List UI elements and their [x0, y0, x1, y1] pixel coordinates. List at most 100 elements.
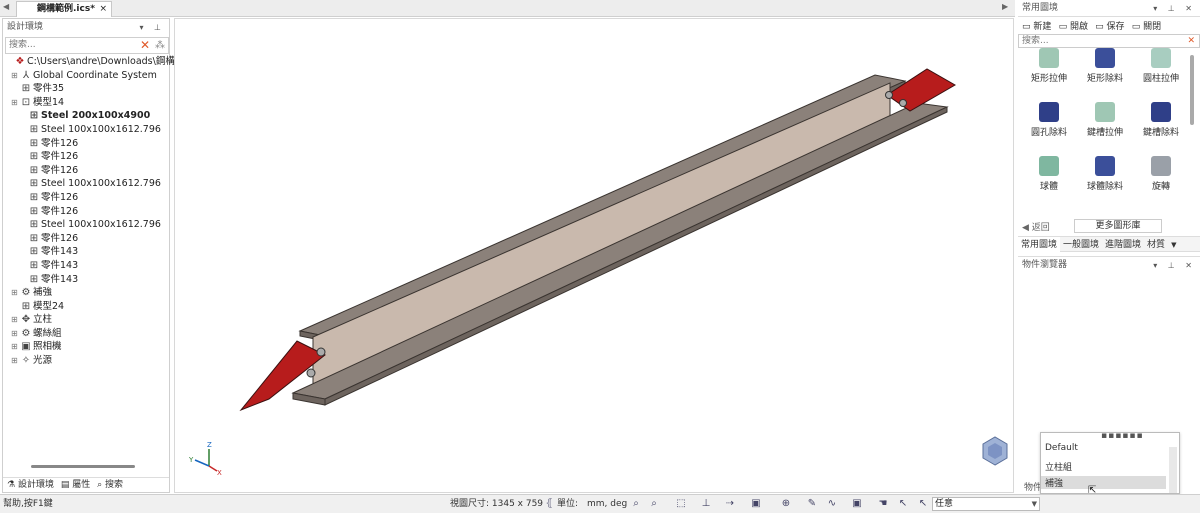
shape-item[interactable]: 鍵槽拉伸: [1078, 102, 1132, 138]
shape-item[interactable]: 鍵槽除料: [1134, 102, 1188, 138]
tab-scroll-right-icon[interactable]: ▶: [1002, 2, 1008, 11]
tree-item[interactable]: ⊞ 零件35: [5, 82, 169, 96]
dropdown-grip-icon[interactable]: ▪▪▪▪▪▪: [1101, 431, 1144, 441]
tab-shape-library[interactable]: 常用圖境: [1018, 237, 1061, 253]
tree-item-label: 零件143: [41, 259, 79, 271]
tree-item[interactable]: ⊞ 零件143: [5, 273, 169, 287]
tree-item[interactable]: ⊞ ⊡ 模型14: [5, 96, 169, 110]
part-icon: ⊞: [29, 164, 39, 176]
select-mode-combo[interactable]: 任意 ▼: [932, 497, 1040, 511]
tree-item[interactable]: ⊞ Steel 100x100x1612.796: [5, 218, 169, 232]
tree-item[interactable]: ⊞ 零件126: [5, 191, 169, 205]
horizontal-scrollbar[interactable]: [31, 465, 135, 468]
3d-viewport[interactable]: Z Y X: [174, 18, 1014, 493]
tree-item[interactable]: ⊞ ▣ 照相機: [5, 340, 169, 354]
part-icon: ⊞: [29, 137, 39, 149]
tab-shape-library[interactable]: 一般圖境: [1060, 237, 1102, 253]
tab-shape-library[interactable]: 進階圖境: [1102, 237, 1144, 253]
search-options-icon[interactable]: ⁂: [155, 38, 165, 53]
shape-item[interactable]: 球體: [1022, 156, 1076, 192]
expand-icon[interactable]: ⊞: [11, 327, 19, 341]
shape-item[interactable]: 球體除料: [1078, 156, 1132, 192]
tab-scroll-left-icon[interactable]: ◀: [3, 2, 9, 11]
shape-item[interactable]: 圓孔除料: [1022, 102, 1076, 138]
tree-item[interactable]: ❖ C:\Users\andre\Downloads\鋼構範: [5, 55, 185, 69]
tab-design-environment[interactable]: ⚗ 設計環境: [7, 480, 54, 490]
move-icon[interactable]: ⇢: [724, 498, 736, 510]
anchor-icon[interactable]: ⊕: [780, 498, 792, 510]
shape-search-input[interactable]: 搜索... ✕: [1018, 34, 1200, 48]
snap-icon[interactable]: ⊥: [700, 498, 712, 510]
camera-icon: ▣: [21, 341, 31, 353]
shape-label: 矩形拉伸: [1030, 74, 1067, 84]
tree-item[interactable]: ⊞ 零件126: [5, 150, 169, 164]
tab-search[interactable]: ⌕ 搜索: [97, 480, 123, 490]
view-cube-icon[interactable]: [982, 436, 1008, 466]
shape-item[interactable]: 矩形除料: [1078, 48, 1132, 84]
shape-list-scrollbar[interactable]: [1190, 55, 1194, 125]
shape-item[interactable]: 圓柱拉伸: [1134, 48, 1188, 84]
view-icon[interactable]: ▣: [750, 498, 762, 510]
dropdown-option-selected[interactable]: 補強: [1041, 476, 1166, 489]
shape-item[interactable]: 旋轉: [1134, 156, 1188, 192]
axis-triad-icon: Z Y X: [188, 441, 222, 477]
expand-icon[interactable]: ⊞: [11, 313, 19, 327]
tree-item[interactable]: ⊞ ⚙ 螺絲組: [5, 327, 169, 341]
back-button[interactable]: ◀ 返回: [1022, 220, 1050, 233]
new-button[interactable]: ▭ 新建: [1022, 19, 1051, 32]
hand-icon[interactable]: ☚: [877, 498, 889, 510]
tree-item[interactable]: ⊞ Steel 200x100x4900: [5, 109, 169, 123]
object-group-dropdown[interactable]: ▪▪▪▪▪▪ Default 立柱組 補強 ⇱: [1040, 431, 1180, 496]
tree-item[interactable]: ⊞ 零件143: [5, 245, 169, 259]
close-button[interactable]: ▭ 關閉: [1132, 19, 1161, 32]
render-mode-icon[interactable]: ▣: [851, 498, 863, 510]
document-tab-title: 鋼構範例.ics*: [37, 4, 95, 14]
tree-item[interactable]: ⊞ Steel 100x100x1612.796: [5, 177, 169, 191]
tree-item[interactable]: ⊞ ⚙ 補強: [5, 286, 169, 300]
tree-item[interactable]: ⊞ 模型24: [5, 300, 169, 314]
tree-item[interactable]: ⊞ ✥ 立柱: [5, 313, 169, 327]
tree-item-label: 光源: [33, 355, 53, 367]
tree-item[interactable]: ⊞ ⅄ Global Coordinate System: [5, 69, 169, 83]
chevron-down-icon[interactable]: ▼: [1168, 237, 1179, 253]
expand-icon[interactable]: ⊞: [11, 340, 19, 354]
expand-icon[interactable]: ⊞: [11, 96, 19, 110]
tree-item[interactable]: ⊞ 零件126: [5, 205, 169, 219]
tree-item[interactable]: ⊞ 零件126: [5, 164, 169, 178]
expand-icon[interactable]: ⊞: [11, 286, 19, 300]
tab-properties[interactable]: ▤ 屬性: [61, 480, 90, 490]
shape-label: 鍵槽除料: [1142, 128, 1179, 138]
save-button[interactable]: ▭ 保存: [1095, 19, 1124, 32]
dropdown-scrollbar[interactable]: [1169, 447, 1177, 493]
pointer-icon[interactable]: ↖: [917, 498, 929, 510]
zoom-icon[interactable]: ⌕: [648, 498, 660, 510]
tree-item[interactable]: ⊞ Steel 100x100x1612.796: [5, 123, 169, 137]
clear-search-icon[interactable]: ✕: [140, 38, 150, 53]
open-button[interactable]: ▭ 開啟: [1059, 19, 1088, 32]
select-pointer-icon[interactable]: ↖: [897, 498, 909, 510]
tree-item[interactable]: ⊞ ✧ 光源: [5, 354, 169, 368]
dropdown-option[interactable]: 立柱組: [1045, 460, 1072, 473]
panel-pin-icon[interactable]: ▾ ⊥: [139, 19, 165, 36]
clear-search-icon[interactable]: ✕: [1187, 35, 1195, 47]
expand-icon[interactable]: ⊞: [11, 354, 19, 368]
curve-icon[interactable]: ∿: [826, 498, 838, 510]
tree-item[interactable]: ⊞ 零件126: [5, 232, 169, 246]
edit-icon[interactable]: ✎: [806, 498, 818, 510]
shape-item[interactable]: 矩形拉伸: [1022, 48, 1076, 84]
more-shapes-button[interactable]: 更多圖形庫: [1074, 219, 1162, 233]
document-tab[interactable]: 鋼構範例.ics* ×: [16, 1, 112, 17]
steel-beam-model[interactable]: Z Y X: [175, 19, 1015, 494]
design-search-input[interactable]: 搜索... ✕ ⁂: [5, 37, 169, 54]
dropdown-option[interactable]: Default: [1045, 443, 1078, 453]
tree-item[interactable]: ⊞ 零件126: [5, 137, 169, 151]
part-icon: ⊞: [29, 246, 39, 258]
tree-item[interactable]: ⊞ 零件143: [5, 259, 169, 273]
panel-pin-icon[interactable]: ▾ ⊥ ✕: [1153, 0, 1196, 17]
pan-icon[interactable]: ⬚: [675, 498, 687, 510]
panel-pin-icon[interactable]: ▾ ⊥ ✕: [1153, 257, 1196, 274]
zoom-fit-icon[interactable]: ⌕: [630, 498, 642, 510]
tab-shape-library[interactable]: 材質: [1144, 237, 1168, 253]
close-tab-icon[interactable]: ×: [99, 2, 107, 16]
expand-icon[interactable]: ⊞: [11, 69, 19, 83]
